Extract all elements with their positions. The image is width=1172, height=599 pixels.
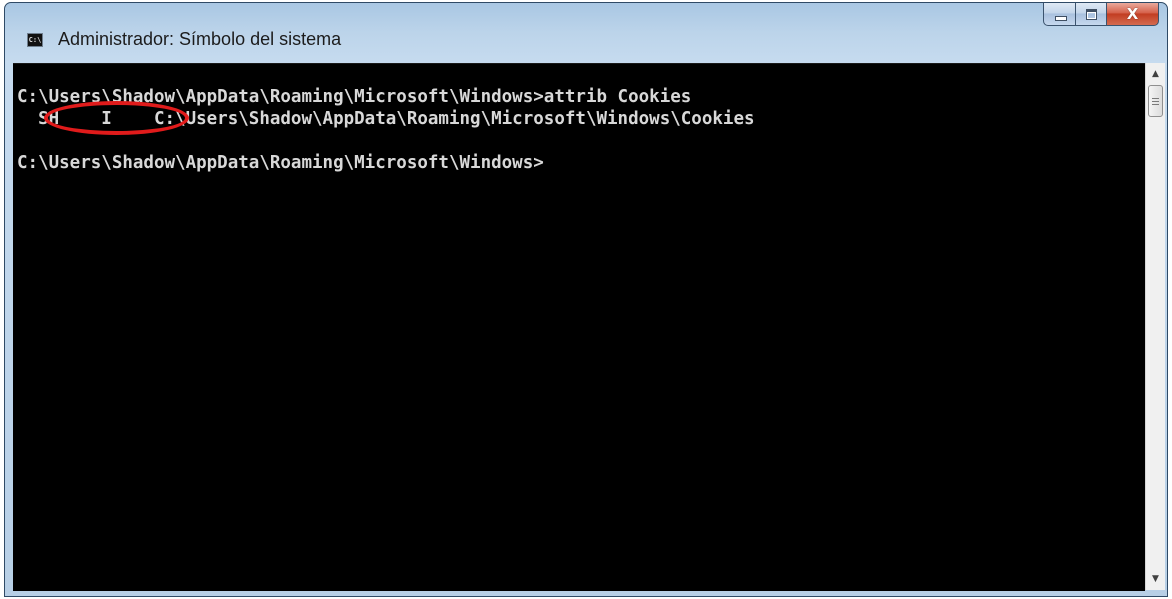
title-bar[interactable]: C:\ Administrador: Símbolo del sistema X xyxy=(5,3,1167,63)
caption-buttons: X xyxy=(1043,3,1159,27)
grip-line xyxy=(1152,97,1159,99)
console-line-command: C:\Users\Shadow\AppData\Roaming\Microsof… xyxy=(17,87,692,107)
command-prompt-window: C:\ Administrador: Símbolo del sistema X… xyxy=(4,2,1168,597)
vertical-scrollbar[interactable]: ▲ ▼ xyxy=(1145,63,1165,590)
console-line-attributes: SH I C:\Users\Shadow\AppData\Roaming\Mic… xyxy=(17,109,755,129)
grip-line xyxy=(1152,103,1159,105)
close-icon: X xyxy=(1126,4,1139,23)
maximize-button[interactable] xyxy=(1076,3,1107,26)
window-title: Administrador: Símbolo del sistema xyxy=(58,29,342,49)
minimize-icon xyxy=(1055,16,1067,21)
scroll-down-arrow-icon[interactable]: ▼ xyxy=(1146,571,1165,588)
scroll-up-arrow-icon[interactable]: ▲ xyxy=(1146,66,1165,83)
console-line-prompt: C:\Users\Shadow\AppData\Roaming\Microsof… xyxy=(17,153,544,173)
cmd-icon[interactable]: C:\ xyxy=(27,33,43,47)
console-line-blank xyxy=(17,130,755,152)
minimize-button[interactable] xyxy=(1043,3,1076,26)
console-lines: C:\Users\Shadow\AppData\Roaming\Microsof… xyxy=(17,86,755,174)
close-button[interactable]: X xyxy=(1107,3,1159,26)
grip-line xyxy=(1152,100,1159,102)
scroll-thumb[interactable] xyxy=(1148,85,1163,117)
console-output[interactable]: C:\Users\Shadow\AppData\Roaming\Microsof… xyxy=(13,63,1145,591)
maximize-icon xyxy=(1085,8,1097,20)
